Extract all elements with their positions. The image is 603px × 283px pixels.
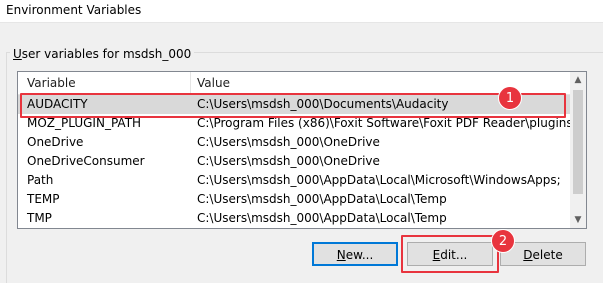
window-title: Environment Variables xyxy=(6,3,142,17)
delete-mnemonic: D xyxy=(523,248,533,262)
annotation-badge-1: 1 xyxy=(498,86,522,110)
table-row-onedrive[interactable]: OneDrive C:\Users\msdsh_000\OneDrive xyxy=(18,133,570,152)
column-separator[interactable] xyxy=(190,72,191,94)
annotation-highlight-edit xyxy=(401,235,499,273)
table-row-onedriveconsumer[interactable]: OneDriveConsumer C:\Users\msdsh_000\OneD… xyxy=(18,152,570,171)
group-label-text: ser variables for msdsh_000 xyxy=(21,47,192,61)
variable-value: C:\Users\msdsh_000\AppData\Local\Microso… xyxy=(197,173,561,187)
variable-value: C:\Program Files (x86)\Foxit Software\Fo… xyxy=(197,116,577,130)
variable-value: C:\Users\msdsh_000\OneDrive xyxy=(197,154,380,168)
new-mnemonic: N xyxy=(336,248,346,262)
group-label-mnemonic: U xyxy=(13,47,22,61)
table-row-temp[interactable]: TEMP C:\Users\msdsh_000\AppData\Local\Te… xyxy=(18,190,570,209)
variable-name: OneDriveConsumer xyxy=(27,154,145,168)
vertical-scrollbar[interactable]: ▲ ▼ xyxy=(570,72,586,228)
table-row-tmp[interactable]: TMP C:\Users\msdsh_000\AppData\Local\Tem… xyxy=(18,209,570,228)
scrollbar-thumb[interactable] xyxy=(573,90,583,194)
variable-value: C:\Users\msdsh_000\AppData\Local\Temp xyxy=(197,192,447,206)
variable-value: C:\Users\msdsh_000\OneDrive xyxy=(197,135,380,149)
variable-name: Path xyxy=(27,173,54,187)
user-variables-group-label: User variables for msdsh_000 xyxy=(10,47,195,61)
variable-name: TMP xyxy=(27,211,52,225)
table-row-path[interactable]: Path C:\Users\msdsh_000\AppData\Local\Mi… xyxy=(18,171,570,190)
chevron-up-icon[interactable]: ▲ xyxy=(570,72,586,88)
column-header-value[interactable]: Value xyxy=(197,76,230,90)
chevron-down-icon[interactable]: ▼ xyxy=(570,212,586,228)
variable-name: MOZ_PLUGIN_PATH xyxy=(27,116,142,130)
column-header-variable[interactable]: Variable xyxy=(27,76,76,90)
new-label: ew... xyxy=(345,248,374,262)
variable-value: C:\Users\msdsh_000\AppData\Local\Temp xyxy=(197,211,447,225)
variable-name: OneDrive xyxy=(27,135,84,149)
annotation-badge-2: 2 xyxy=(491,229,515,253)
variable-name: TEMP xyxy=(27,192,60,206)
title-bar: Environment Variables xyxy=(0,0,603,23)
new-button[interactable]: New... xyxy=(312,242,398,266)
delete-label: elete xyxy=(532,248,563,262)
annotation-highlight-row xyxy=(20,93,566,118)
list-header: Variable Value xyxy=(18,72,570,95)
